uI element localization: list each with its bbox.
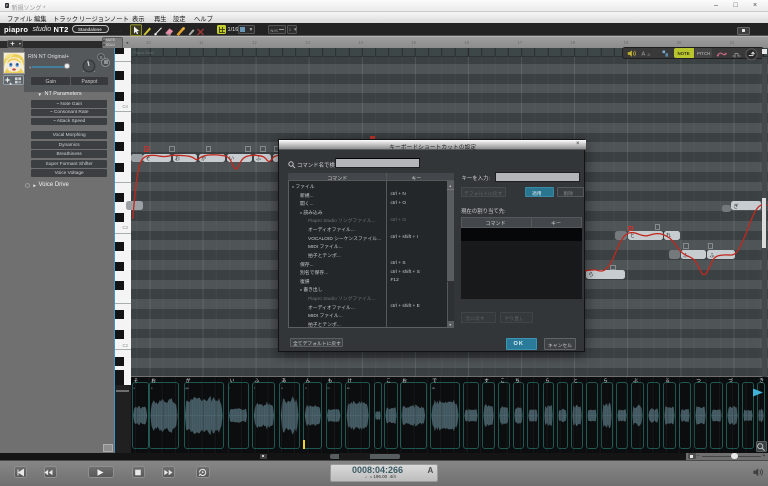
svg-text:a: a bbox=[648, 52, 651, 57]
svg-text:A: A bbox=[642, 52, 646, 58]
